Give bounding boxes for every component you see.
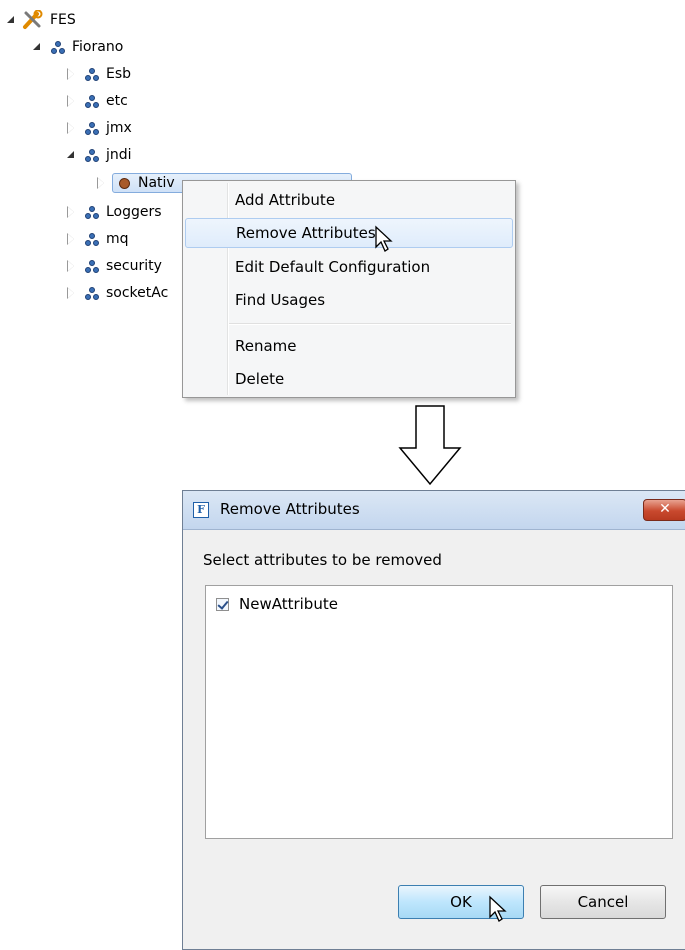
tree-node[interactable]: Esb bbox=[64, 62, 131, 86]
tree-node-label: socketAc bbox=[106, 285, 169, 301]
collapse-arrow-icon[interactable] bbox=[64, 232, 78, 246]
collapse-arrow-icon[interactable] bbox=[64, 259, 78, 273]
node-icon bbox=[84, 258, 100, 274]
attribute-label: NewAttribute bbox=[239, 595, 338, 613]
tree-root-label: FES bbox=[50, 12, 76, 28]
cancel-button[interactable]: Cancel bbox=[540, 885, 666, 919]
tree-node[interactable]: etc bbox=[64, 89, 128, 113]
tree-node[interactable]: security bbox=[64, 254, 162, 278]
dialog-prompt: Select attributes to be removed bbox=[203, 551, 442, 569]
tree-node[interactable]: socketAc bbox=[64, 281, 168, 305]
dialog-title: Remove Attributes bbox=[220, 500, 360, 518]
list-item[interactable]: NewAttribute bbox=[216, 594, 338, 614]
mouse-pointer-icon bbox=[375, 225, 393, 252]
collapse-arrow-icon[interactable] bbox=[64, 94, 78, 108]
context-menu: Add Attribute Remove Attributes Edit Def… bbox=[182, 180, 516, 398]
menu-item-delete[interactable]: Delete bbox=[185, 364, 513, 394]
close-button[interactable]: ✕ bbox=[643, 499, 685, 521]
expand-arrow-icon[interactable] bbox=[4, 13, 18, 27]
mouse-pointer-icon bbox=[489, 895, 507, 922]
expand-arrow-icon[interactable] bbox=[64, 148, 78, 162]
ok-button-label: OK bbox=[450, 893, 472, 911]
node-icon bbox=[84, 120, 100, 136]
node-icon bbox=[84, 147, 100, 163]
tree-node-label: Loggers bbox=[106, 204, 162, 220]
tree-node-label: Fiorano bbox=[72, 39, 124, 55]
tree-node[interactable]: mq bbox=[64, 227, 129, 251]
tree-node[interactable]: Fiorano bbox=[30, 35, 123, 59]
collapse-arrow-icon[interactable] bbox=[64, 121, 78, 135]
tree-node-label: Nativ bbox=[138, 175, 175, 191]
tree-node-label: jndi bbox=[106, 147, 132, 163]
node-icon bbox=[84, 93, 100, 109]
menu-item-edit-default-configuration[interactable]: Edit Default Configuration bbox=[185, 252, 513, 282]
attributes-list[interactable]: NewAttribute bbox=[205, 585, 673, 839]
collapse-arrow-icon[interactable] bbox=[64, 286, 78, 300]
node-icon bbox=[84, 204, 100, 220]
menu-item-add-attribute[interactable]: Add Attribute bbox=[185, 185, 513, 215]
collapse-arrow-icon[interactable] bbox=[64, 67, 78, 81]
menu-separator bbox=[229, 323, 511, 325]
tree-node-label: etc bbox=[106, 93, 128, 109]
tree-root[interactable]: FES bbox=[4, 8, 76, 32]
tools-icon bbox=[22, 9, 44, 30]
tree-node-label: security bbox=[106, 258, 162, 274]
expand-arrow-icon[interactable] bbox=[30, 40, 44, 54]
node-icon bbox=[84, 231, 100, 247]
resource-icon bbox=[119, 177, 130, 189]
tree-node[interactable]: Loggers bbox=[64, 200, 162, 224]
collapse-arrow-icon[interactable] bbox=[94, 176, 108, 190]
node-icon bbox=[50, 39, 66, 55]
node-icon bbox=[84, 285, 100, 301]
tree-node-label: mq bbox=[106, 231, 129, 247]
node-icon bbox=[84, 66, 100, 82]
remove-attributes-dialog: F Remove Attributes ✕ Select attributes … bbox=[182, 490, 685, 950]
dialog-titlebar[interactable]: F Remove Attributes ✕ bbox=[183, 491, 685, 530]
app-icon: F bbox=[193, 502, 209, 518]
attribute-checkbox[interactable] bbox=[216, 597, 229, 611]
down-arrow-icon bbox=[398, 405, 462, 486]
menu-item-remove-attributes[interactable]: Remove Attributes bbox=[185, 218, 513, 248]
cancel-button-label: Cancel bbox=[577, 893, 629, 911]
menu-item-find-usages[interactable]: Find Usages bbox=[185, 285, 513, 315]
tree-node[interactable]: jndi bbox=[64, 143, 132, 167]
tree-node-label: Esb bbox=[106, 66, 132, 82]
menu-item-rename[interactable]: Rename bbox=[185, 331, 513, 361]
tree-node-label: jmx bbox=[106, 120, 132, 136]
tree-node[interactable]: jmx bbox=[64, 116, 132, 140]
collapse-arrow-icon[interactable] bbox=[64, 205, 78, 219]
